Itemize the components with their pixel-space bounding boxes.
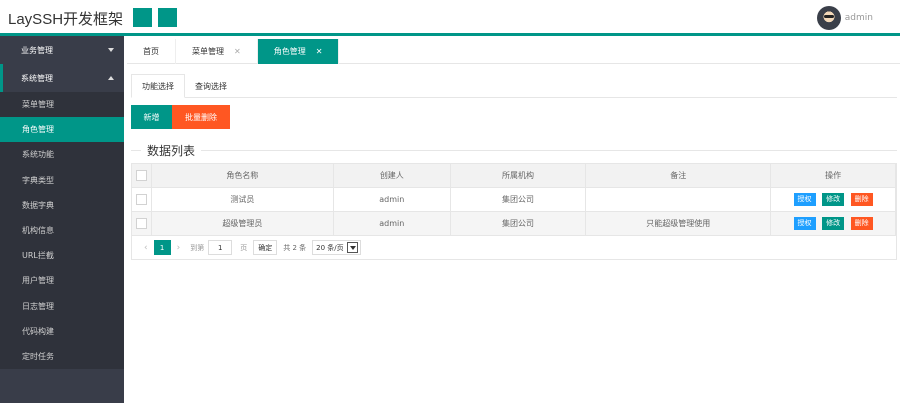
column-header: 角色名称 [150, 163, 334, 188]
tab-label: 菜单管理 [192, 47, 224, 56]
note-cell [585, 187, 772, 212]
section-title: 数据列表 [141, 142, 202, 159]
sidebar-group-label: 业务管理 [21, 45, 53, 55]
close-icon[interactable]: ✕ [316, 47, 323, 56]
delete-button[interactable]: 删除 [850, 217, 873, 230]
row-select-cell[interactable] [131, 187, 152, 212]
sidebar: 业务管理 系统管理 菜单管理 角色管理 系统功能 字典类型 数据字典 机构信息 … [0, 36, 124, 403]
select-all-cell[interactable] [131, 163, 152, 188]
actions-cell: 授权 修改 删除 [770, 187, 896, 212]
sidebar-item-menu[interactable]: 菜单管理 [0, 92, 124, 117]
role-name-cell: 超级管理员 [150, 211, 334, 236]
page-current[interactable]: 1 [153, 240, 171, 255]
subtabs: 功能选择 查询选择 [131, 74, 897, 98]
sidebar-group-system[interactable]: 系统管理 [0, 64, 124, 92]
chevron-right-icon[interactable]: › [177, 243, 181, 253]
column-header: 创建人 [332, 163, 451, 188]
goto-confirm-button[interactable]: 确定 [253, 240, 278, 255]
sidebar-item-log[interactable]: 日志管理 [0, 294, 124, 319]
refresh-button[interactable] [158, 8, 177, 27]
chevron-down-icon [108, 48, 114, 52]
close-icon[interactable]: ✕ [234, 47, 241, 56]
sidebar-item-url[interactable]: URL拦截 [0, 243, 124, 268]
subtab-function[interactable]: 功能选择 [131, 74, 185, 98]
checkbox[interactable] [135, 218, 147, 229]
sidebar-group-label: 系统管理 [21, 73, 53, 83]
role-name-cell: 测试员 [150, 187, 334, 212]
goto-page-input[interactable]: 1 [208, 240, 233, 255]
sidebar-item-schedule[interactable]: 定时任务 [0, 344, 124, 369]
tab-role[interactable]: 角色管理 ✕ [257, 39, 340, 64]
authorize-button[interactable]: 授权 [793, 193, 816, 206]
column-header: 操作 [770, 163, 896, 188]
org-cell: 集团公司 [449, 211, 587, 236]
sidebar-submenu: 菜单管理 角色管理 系统功能 字典类型 数据字典 机构信息 URL拦截 用户管理… [0, 92, 124, 370]
creator-cell: admin [332, 187, 451, 212]
table-row: 超级管理员 admin 集团公司 只能超级管理使用 授权 修改 删除 [131, 211, 897, 236]
tab-label: 角色管理 [273, 47, 306, 56]
sidebar-group-business[interactable]: 业务管理 [0, 36, 124, 64]
edit-button[interactable]: 修改 [822, 193, 845, 206]
menu-toggle-button[interactable] [133, 8, 152, 27]
sidebar-item-role[interactable]: 角色管理 [0, 117, 124, 143]
org-cell: 集团公司 [449, 187, 587, 212]
chevron-down-icon [346, 242, 358, 253]
tab-menu[interactable]: 菜单管理 ✕ [176, 39, 258, 64]
goto-suffix: 页 [240, 243, 248, 252]
table-header-row: 角色名称 创建人 所属机构 备注 操作 [131, 163, 897, 188]
checkbox[interactable] [135, 170, 147, 181]
delete-button[interactable]: 删除 [850, 193, 873, 206]
sidebar-item-dict-type[interactable]: 字典类型 [0, 168, 124, 193]
sidebar-item-dict-data[interactable]: 数据字典 [0, 193, 124, 218]
spacer-cell [895, 211, 897, 236]
batch-delete-button[interactable]: 批量删除 [172, 105, 230, 129]
checkbox[interactable] [135, 194, 147, 205]
chevron-left-icon[interactable]: ‹ [144, 243, 148, 253]
tab-home[interactable]: 首页 [127, 39, 176, 64]
add-button[interactable]: 新增 [131, 105, 172, 129]
actions-cell: 授权 修改 删除 [770, 211, 896, 236]
goto-prefix: 到第 [190, 243, 205, 252]
spacer-cell [895, 187, 897, 212]
page-tabs: 首页 菜单管理 ✕ 角色管理 ✕ [127, 39, 900, 64]
app: LaySSH开发框架 admin 业务管理 系统管理 菜单管理 角色管理 系统功… [0, 0, 900, 403]
table-row: 测试员 admin 集团公司 授权 修改 删除 [131, 187, 897, 212]
sidebar-item-codegen[interactable]: 代码构建 [0, 319, 124, 344]
chevron-up-icon [108, 76, 114, 80]
page-size-select[interactable]: 20 条/页 [312, 240, 361, 255]
sidebar-item-function[interactable]: 系统功能 [0, 142, 124, 167]
row-select-cell[interactable] [131, 211, 152, 236]
note-cell: 只能超级管理使用 [585, 211, 772, 236]
user-menu[interactable]: admin [816, 6, 873, 30]
role-table: 角色名称 创建人 所属机构 备注 操作 测试员 admin 集团公司 授权 修改… [131, 163, 897, 236]
total-count: 共 2 条 [283, 243, 307, 252]
column-header: 所属机构 [449, 163, 587, 188]
username: admin [844, 13, 873, 23]
column-header-spacer [895, 163, 897, 188]
avatar [816, 6, 841, 30]
main-content: 功能选择 查询选择 新增 批量删除 数据列表 角色名称 创建人 所属机构 备注 … [127, 64, 900, 403]
sidebar-item-user[interactable]: 用户管理 [0, 268, 124, 293]
subtab-query[interactable]: 查询选择 [185, 74, 237, 98]
tab-label: 首页 [143, 47, 159, 56]
header: LaySSH开发框架 admin [0, 0, 900, 36]
divider [131, 150, 897, 151]
sidebar-item-org[interactable]: 机构信息 [0, 218, 124, 243]
edit-button[interactable]: 修改 [822, 217, 845, 230]
authorize-button[interactable]: 授权 [793, 217, 816, 230]
column-header: 备注 [585, 163, 772, 188]
pagination: ‹ 1 › 到第 1 页 确定 共 2 条 20 条/页 [131, 236, 897, 260]
section-header: 数据列表 [131, 142, 897, 159]
creator-cell: admin [332, 211, 451, 236]
app-logo: LaySSH开发框架 [8, 11, 124, 28]
page-size-value: 20 条/页 [316, 243, 344, 252]
